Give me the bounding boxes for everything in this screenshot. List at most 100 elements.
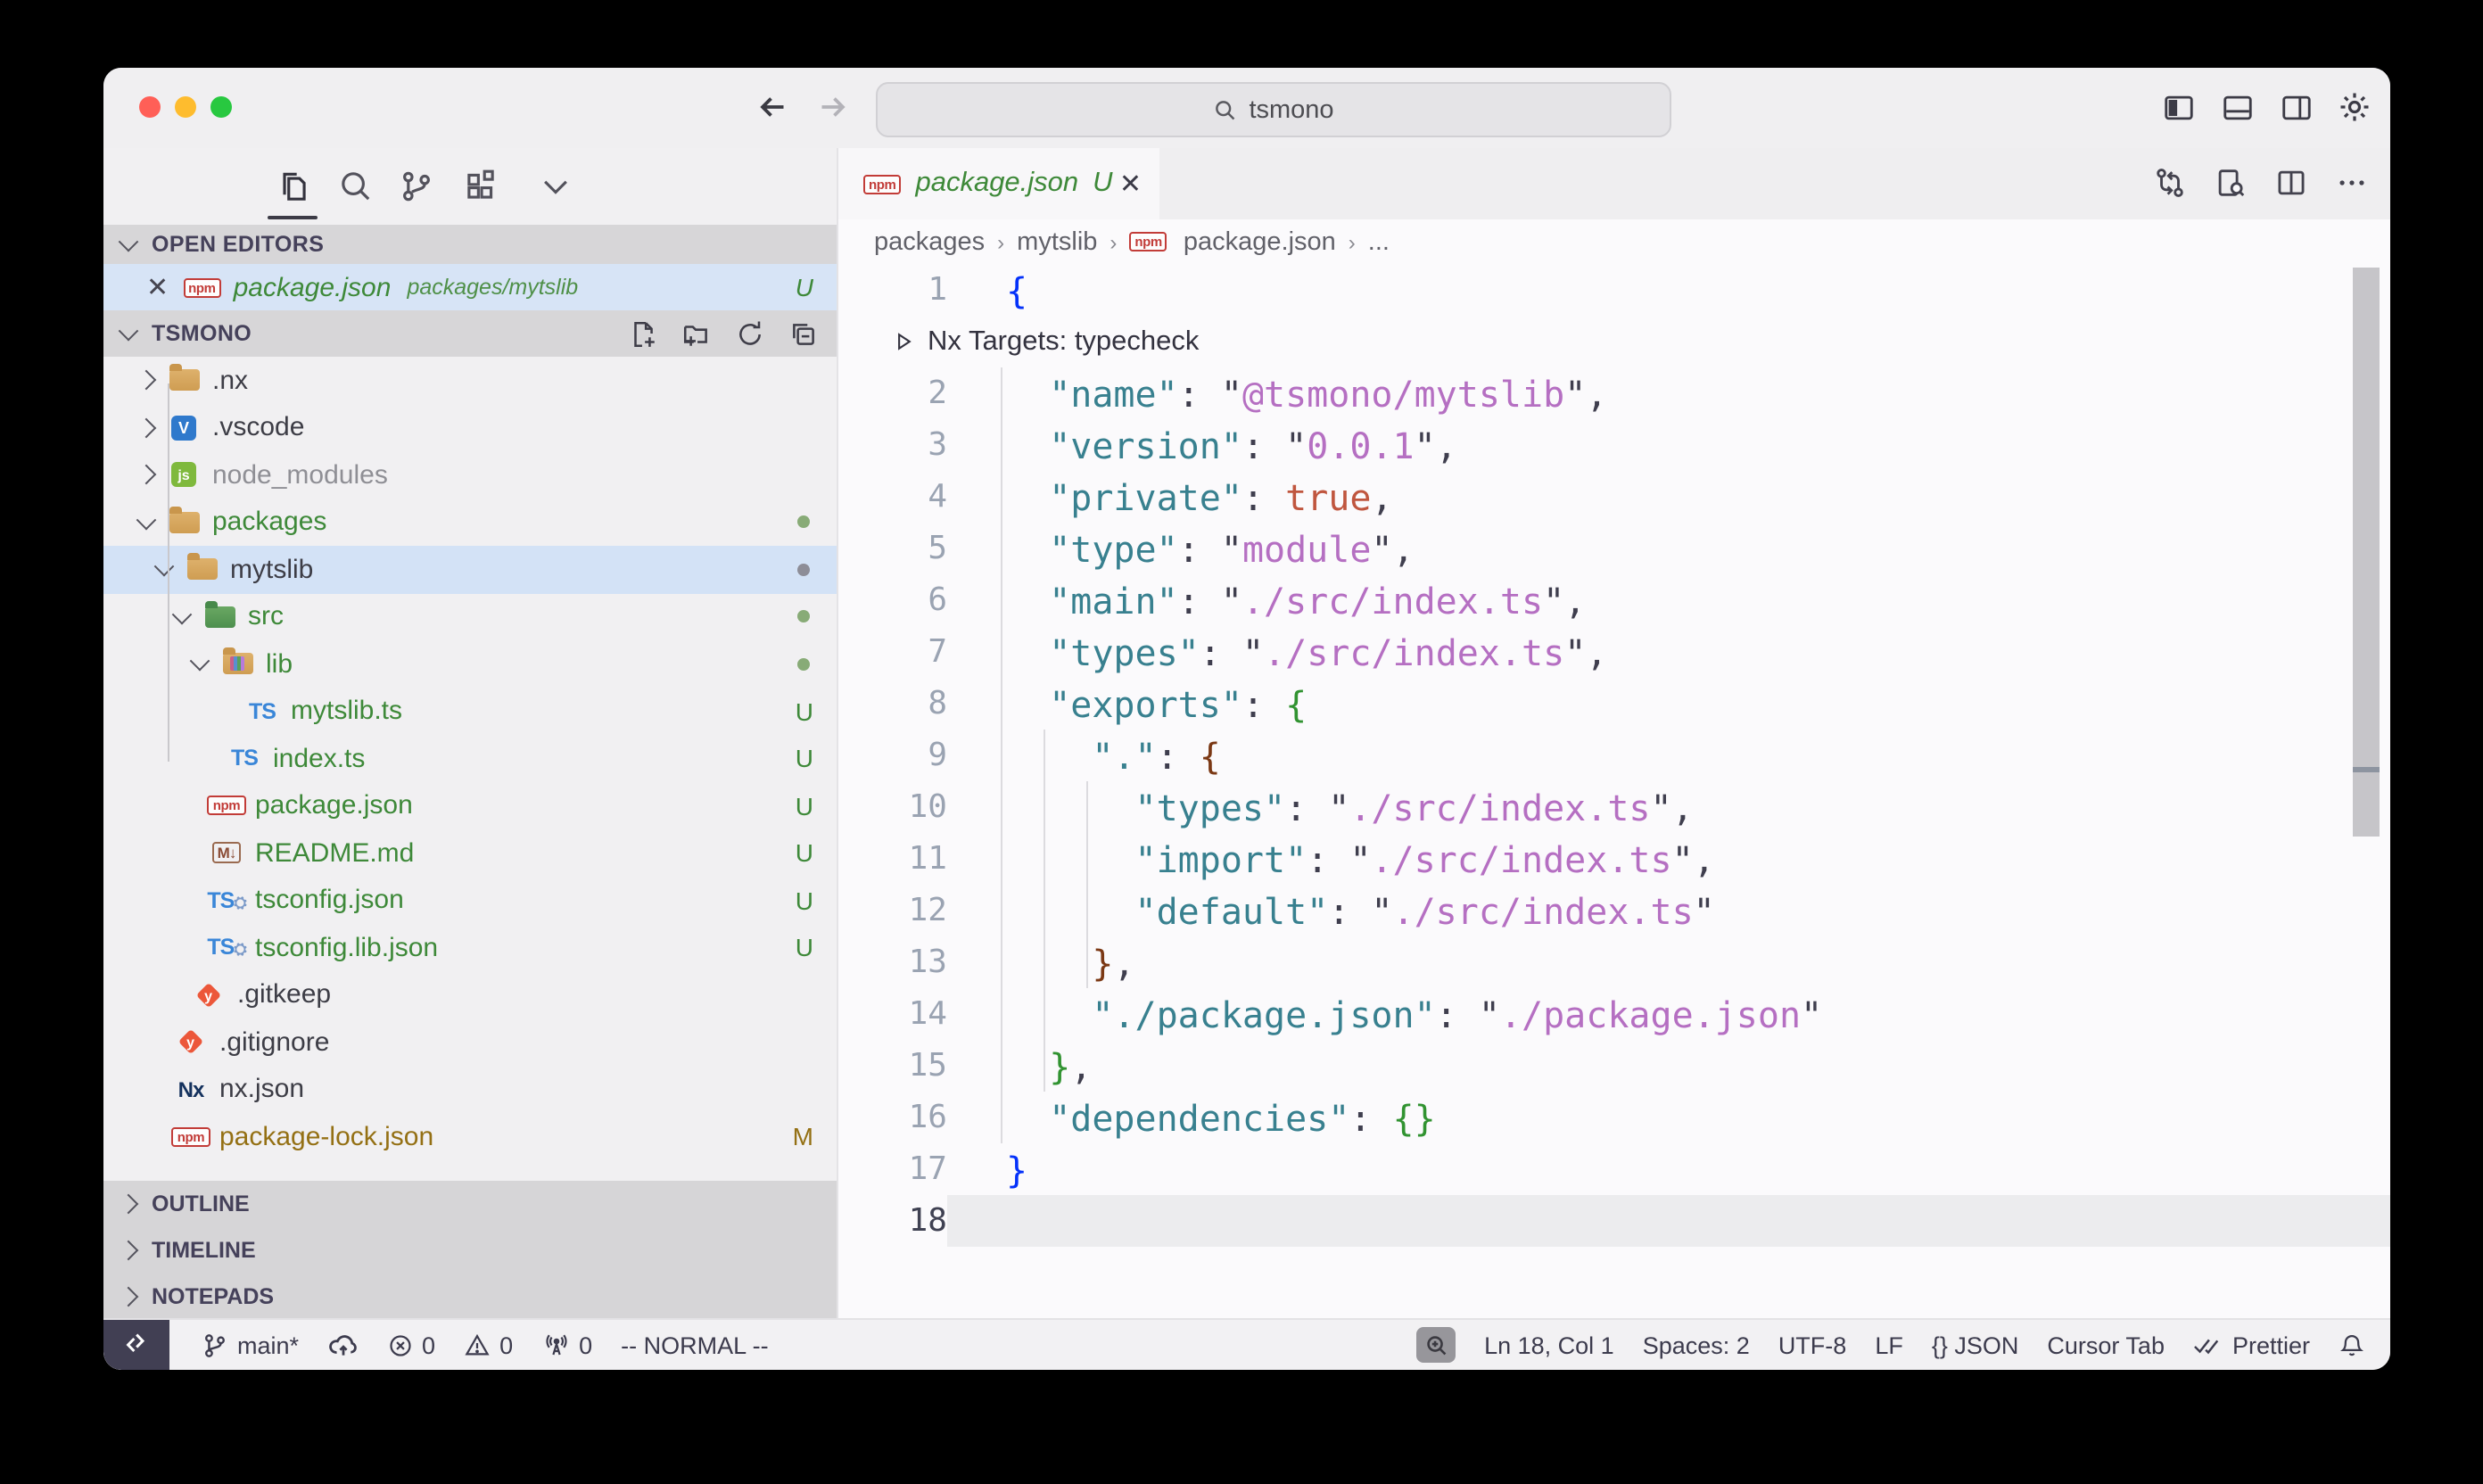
code-line-1[interactable]: 1{ <box>838 264 2390 316</box>
tree-item-mytslib[interactable]: mytslib <box>103 546 837 593</box>
status-main-[interactable]: main* <box>202 1331 299 1358</box>
breadcrumb-item[interactable]: package.json <box>1184 227 1336 256</box>
status-spaces-2[interactable]: Spaces: 2 <box>1643 1331 1750 1358</box>
activity-bar <box>103 148 837 225</box>
tree-item--gitkeep[interactable]: y.gitkeep <box>103 971 837 1018</box>
tab-package-json[interactable]: npm package.json U ✕ <box>838 148 1159 219</box>
section-header-timeline[interactable]: TIMELINE <box>103 1227 837 1274</box>
status-prettier[interactable]: Prettier <box>2193 1331 2310 1358</box>
status-cursor-tab[interactable]: Cursor Tab <box>2047 1331 2165 1358</box>
forward-button[interactable] <box>813 87 853 127</box>
code-line-14[interactable]: 14 "./package.json": "./package.json" <box>838 988 2390 1040</box>
code-line-5[interactable]: 5 "type": "module", <box>838 523 2390 574</box>
breadcrumb-item[interactable]: packages <box>874 227 985 256</box>
tree-item--nx[interactable]: .nx <box>103 357 837 404</box>
vertical-scrollbar[interactable] <box>2353 268 2380 767</box>
tree-item-node-modules[interactable]: jsnode_modules <box>103 451 837 499</box>
tree-item-label: packages <box>212 507 326 538</box>
code-line-4[interactable]: 4 "private": true, <box>838 471 2390 523</box>
back-button[interactable] <box>753 87 792 127</box>
status-ln-18-col-1[interactable]: Ln 18, Col 1 <box>1484 1331 1614 1358</box>
src-folder-icon <box>204 606 235 628</box>
breadcrumb-item[interactable]: ... <box>1368 227 1390 256</box>
vertical-scrollbar-segment[interactable] <box>2353 772 2380 837</box>
status-utf-8[interactable]: UTF-8 <box>1778 1331 1847 1358</box>
toggle-panel-icon[interactable] <box>2219 89 2255 125</box>
codelens-nx-targets[interactable]: Nx Targets: typecheck <box>838 316 2390 367</box>
search-panel-icon[interactable] <box>334 164 376 207</box>
status-0[interactable]: 0 <box>541 1331 592 1359</box>
collapse-all-icon[interactable] <box>788 318 819 349</box>
tree-item-package-lock-json[interactable]: npmpackage-lock.jsonM <box>103 1113 837 1160</box>
command-center-search[interactable]: tsmono <box>876 82 1671 137</box>
code-line-12[interactable]: 12 "default": "./src/index.ts" <box>838 885 2390 936</box>
status--normal-[interactable]: -- NORMAL -- <box>621 1331 769 1358</box>
close-icon[interactable]: ✕ <box>146 271 169 303</box>
zoom-window-button[interactable] <box>210 96 232 118</box>
code-line-18[interactable]: 18 <box>838 1195 2390 1247</box>
status-bell[interactable] <box>2339 1331 2365 1358</box>
status-zoom-button[interactable] <box>1416 1327 1456 1363</box>
section-header-outline[interactable]: OUTLINE <box>103 1181 837 1227</box>
remote-indicator[interactable] <box>103 1320 169 1370</box>
open-editors-header[interactable]: OPEN EDITORS <box>103 225 837 264</box>
tree-item-mytslib-ts[interactable]: TSmytslib.tsU <box>103 688 837 735</box>
extensions-icon[interactable] <box>458 164 501 207</box>
code-line-15[interactable]: 15 }, <box>838 1040 2390 1092</box>
code-editor[interactable]: 1{Nx Targets: typecheck2 "name": "@tsmon… <box>838 264 2390 1247</box>
folder-icon <box>186 559 217 581</box>
cloud-upload-icon <box>327 1330 358 1360</box>
code-line-10[interactable]: 10 "types": "./src/index.ts", <box>838 781 2390 833</box>
new-file-icon[interactable] <box>628 318 658 349</box>
more-actions-icon[interactable] <box>2333 164 2369 200</box>
status-0[interactable]: 0 <box>386 1331 435 1358</box>
code-line-17[interactable]: 17} <box>838 1143 2390 1195</box>
tree-item-package-json[interactable]: npmpackage.jsonU <box>103 782 837 829</box>
tree-item-tsconfig-json[interactable]: TS⛭tsconfig.jsonU <box>103 877 837 924</box>
code-line-3[interactable]: 3 "version": "0.0.1", <box>838 419 2390 471</box>
code-line-6[interactable]: 6 "main": "./src/index.ts", <box>838 574 2390 626</box>
open-changes-icon[interactable] <box>2151 164 2187 200</box>
run-icon <box>892 330 915 353</box>
open-editor-item[interactable]: ✕ npm package.json packages/mytslib U <box>103 264 837 310</box>
status--json[interactable]: {} JSON <box>1932 1331 2019 1358</box>
minimize-window-button[interactable] <box>175 96 196 118</box>
code-line-9[interactable]: 9 ".": { <box>838 730 2390 781</box>
status-0[interactable]: 0 <box>464 1331 513 1358</box>
tree-item-src[interactable]: src <box>103 593 837 640</box>
new-folder-icon[interactable] <box>681 318 712 349</box>
open-preview-icon[interactable] <box>2212 164 2248 200</box>
line-number: 3 <box>838 426 947 464</box>
code-line-11[interactable]: 11 "import": "./src/index.ts", <box>838 833 2390 885</box>
settings-gear-icon[interactable] <box>2337 89 2372 125</box>
vscode-icon: V <box>171 416 196 441</box>
code-line-7[interactable]: 7 "types": "./src/index.ts", <box>838 626 2390 678</box>
refresh-icon[interactable] <box>735 318 765 349</box>
tree-item--vscode[interactable]: V.vscode <box>103 404 837 451</box>
tree-item-readme-md[interactable]: M↓README.mdU <box>103 829 837 877</box>
breadcrumb-item[interactable]: mytslib <box>1017 227 1097 256</box>
tree-item-lib[interactable]: lib <box>103 640 837 688</box>
code-line-16[interactable]: 16 "dependencies": {} <box>838 1092 2390 1143</box>
toggle-primary-sidebar-icon[interactable] <box>2160 89 2196 125</box>
source-control-icon[interactable] <box>394 164 437 207</box>
explorer-icon[interactable] <box>271 164 314 207</box>
status-cloud-upload[interactable] <box>327 1330 358 1360</box>
code-line-8[interactable]: 8 "exports": { <box>838 678 2390 730</box>
tree-item-tsconfig-lib-json[interactable]: TS⛭tsconfig.lib.jsonU <box>103 924 837 971</box>
status-lf[interactable]: LF <box>1875 1331 1903 1358</box>
tree-item-packages[interactable]: packages <box>103 499 837 546</box>
more-views-chevron-icon[interactable] <box>533 164 576 207</box>
close-window-button[interactable] <box>139 96 161 118</box>
explorer-section-header[interactable]: TSMONO <box>103 310 837 357</box>
tree-item--gitignore[interactable]: y.gitignore <box>103 1018 837 1066</box>
tree-item-index-ts[interactable]: TSindex.tsU <box>103 735 837 782</box>
tree-item-label: package.json <box>255 791 413 821</box>
close-tab-icon[interactable]: ✕ <box>1119 168 1142 200</box>
toggle-secondary-sidebar-icon[interactable] <box>2278 89 2314 125</box>
split-editor-icon[interactable] <box>2273 164 2308 200</box>
section-header-notepads[interactable]: NOTEPADS <box>103 1274 837 1320</box>
tree-item-nx-json[interactable]: Nxnx.json <box>103 1066 837 1113</box>
code-line-13[interactable]: 13 }, <box>838 936 2390 988</box>
code-line-2[interactable]: 2 "name": "@tsmono/mytslib", <box>838 367 2390 419</box>
